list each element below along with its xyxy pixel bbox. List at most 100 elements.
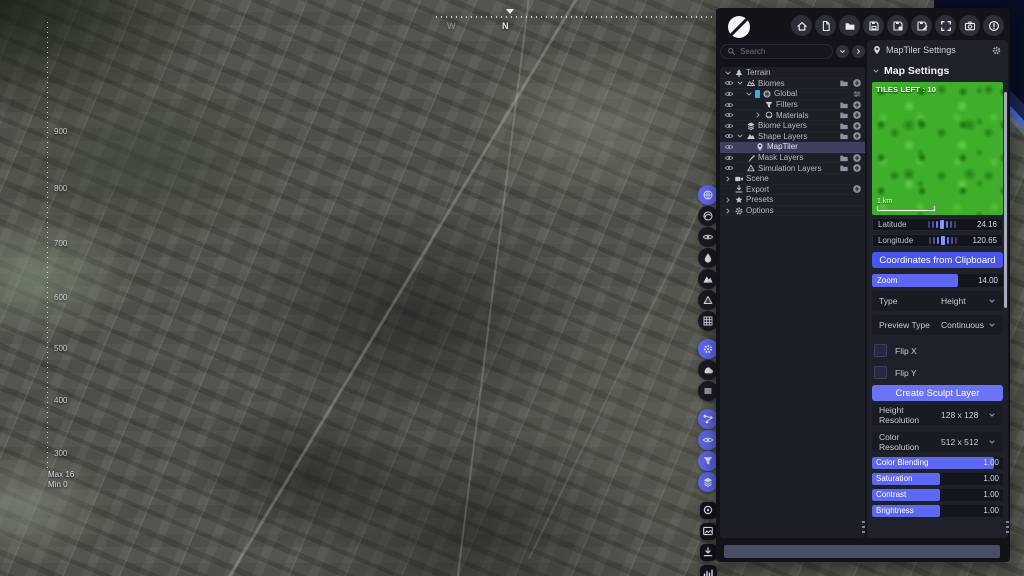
color-swatch[interactable] (755, 89, 760, 98)
create-sculpt-layer-button[interactable]: Create Sculpt Layer (872, 385, 1003, 401)
height-resolution-dropdown[interactable]: Height Resolution 128 x 128 (872, 405, 1003, 425)
folder-icon[interactable] (839, 110, 849, 120)
latitude-scrubber[interactable] (906, 220, 977, 229)
plus-icon[interactable] (852, 184, 862, 194)
tree-row-presets[interactable]: Presets (720, 195, 865, 206)
grid-view-button[interactable] (698, 311, 718, 331)
history-back-button[interactable] (836, 45, 849, 58)
tree-row-terrain[interactable]: Terrain (720, 68, 865, 79)
panel-resize-grip[interactable] (862, 521, 865, 536)
erosion-view-button[interactable] (698, 290, 718, 310)
overlay-view-button[interactable] (698, 227, 718, 247)
flip-y-checkbox[interactable] (874, 366, 887, 379)
eye-icon[interactable] (724, 163, 736, 173)
screenshot-button[interactable] (959, 15, 980, 36)
coordinates-from-clipboard-button[interactable]: Coordinates from Clipboard (872, 252, 1003, 268)
saturation-slider[interactable]: Saturation 1.00 (872, 473, 1003, 485)
tree-row-export[interactable]: Export (720, 185, 865, 196)
plus-icon[interactable] (852, 153, 862, 163)
folder-icon[interactable] (839, 153, 849, 163)
tree-row-shape-layers[interactable]: Shape Layers (720, 132, 865, 143)
flip-x-checkbox[interactable] (874, 344, 887, 357)
tree-row-simulation-layers[interactable]: Simulation Layers (720, 163, 865, 174)
plus-icon[interactable] (852, 121, 862, 131)
expander-right-icon[interactable] (724, 196, 734, 204)
plus-icon[interactable] (852, 78, 862, 88)
sliders-icon[interactable] (852, 89, 862, 99)
save-version-button[interactable] (911, 15, 932, 36)
zoom-slider[interactable]: Zoom 14.00 (872, 274, 1003, 287)
layers-tool-button[interactable] (698, 472, 718, 492)
search-input[interactable]: Search (720, 44, 833, 59)
tree-row-maptiler[interactable]: MapTiler (720, 142, 865, 153)
list-tool-button[interactable] (698, 381, 718, 401)
eye-icon[interactable] (724, 78, 736, 88)
eye-icon[interactable] (724, 100, 736, 110)
home-button[interactable] (791, 15, 812, 36)
tree-row-options[interactable]: Options (720, 206, 865, 217)
longitude-field[interactable]: Longitude 120.65 (872, 234, 1003, 247)
download-tool-button[interactable] (699, 543, 717, 561)
plus-icon[interactable] (852, 131, 862, 141)
tree-row-scene[interactable]: Scene (720, 174, 865, 185)
folder-icon[interactable] (839, 163, 849, 173)
fullscreen-button[interactable] (935, 15, 956, 36)
plus-icon[interactable] (852, 163, 862, 173)
eye-icon[interactable] (724, 89, 736, 99)
plus-icon[interactable] (852, 110, 862, 120)
eye-icon[interactable] (724, 121, 736, 131)
history-forward-button[interactable] (852, 45, 865, 58)
open-project-button[interactable] (839, 15, 860, 36)
expander-down-icon[interactable] (736, 132, 746, 140)
color-blending-slider[interactable]: Color Blending 1.00 (872, 457, 1003, 469)
tree-row-biomes[interactable]: Biomes (720, 79, 865, 90)
cloud-tool-button[interactable] (698, 360, 718, 380)
brightness-slider[interactable]: Brightness 1.00 (872, 505, 1003, 517)
mountain-view-button[interactable] (698, 269, 718, 289)
color-resolution-dropdown[interactable]: Color Resolution 512 x 512 (872, 432, 1003, 452)
tree-row-materials[interactable]: Materials (720, 110, 865, 121)
filter-tool-button[interactable] (698, 451, 718, 471)
eye-icon[interactable] (724, 153, 736, 163)
save-as-button[interactable] (887, 15, 908, 36)
panel-gear-button[interactable] (990, 44, 1003, 57)
plus-icon[interactable] (852, 100, 862, 110)
latitude-field[interactable]: Latitude 24.16 (872, 218, 1003, 231)
tree-row-global[interactable]: Global (720, 89, 865, 100)
folder-icon[interactable] (839, 100, 849, 110)
tree-row-biome-layers[interactable]: Biome Layers (720, 121, 865, 132)
visibility-tool-button[interactable] (698, 430, 718, 450)
expander-down-icon[interactable] (745, 90, 755, 98)
shaded-view-button[interactable] (698, 206, 718, 226)
new-file-button[interactable] (815, 15, 836, 36)
nodes-tool-button[interactable] (698, 409, 718, 429)
expander-right-icon[interactable] (724, 207, 734, 215)
eye-icon[interactable] (724, 131, 736, 141)
eye-icon[interactable] (724, 142, 736, 152)
target-tool-button[interactable] (699, 501, 717, 519)
settings-tool-button[interactable] (698, 339, 718, 359)
expander-down-icon[interactable] (736, 79, 746, 87)
app-logo-icon[interactable] (725, 13, 753, 41)
stats-tool-button[interactable] (699, 564, 717, 576)
globe-view-button[interactable] (698, 185, 718, 205)
dock-bottom-bar[interactable] (724, 545, 1000, 558)
folder-icon[interactable] (839, 78, 849, 88)
folder-icon[interactable] (839, 121, 849, 131)
panel-resize-grip[interactable] (1006, 521, 1009, 536)
tile-preview[interactable]: TILES LEFT : 10 1 km (872, 82, 1003, 215)
longitude-scrubber[interactable] (913, 236, 972, 245)
eye-icon[interactable] (724, 110, 736, 120)
notifications-button[interactable] (983, 15, 1004, 36)
folder-icon[interactable] (839, 131, 849, 141)
type-dropdown[interactable]: Type Height (872, 291, 1003, 311)
water-view-button[interactable] (698, 248, 718, 268)
tree-row-filters[interactable]: Filters (720, 100, 865, 111)
contrast-slider[interactable]: Contrast 1.00 (872, 489, 1003, 501)
expander-right-icon[interactable] (754, 111, 764, 119)
tree-row-mask-layers[interactable]: Mask Layers (720, 153, 865, 164)
expander-right-icon[interactable] (724, 175, 734, 183)
settings-scrollbar[interactable] (1004, 92, 1007, 308)
image-tool-button[interactable] (699, 522, 717, 540)
preview-type-dropdown[interactable]: Preview Type Continuous (872, 315, 1003, 335)
